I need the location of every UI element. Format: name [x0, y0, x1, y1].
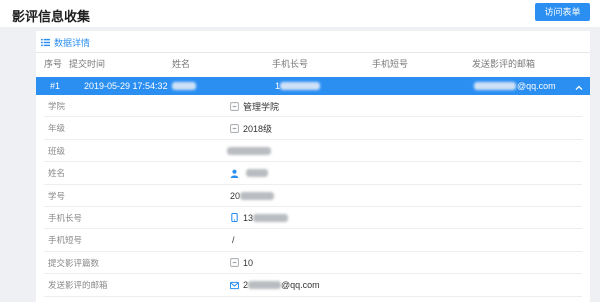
column-header-time: 提交时间 [69, 59, 106, 69]
column-header-short-phone: 手机短号 [372, 59, 409, 69]
detail-value-group: 2018级 [230, 117, 272, 139]
field-icon [230, 124, 239, 133]
redacted-name [246, 169, 268, 178]
visit-form-button[interactable]: 访问表单 [535, 3, 590, 21]
detail-value: 13 [243, 212, 254, 223]
detail-row-college: 学院 管理学院 [44, 95, 582, 118]
detail-value: 管理学院 [243, 101, 280, 112]
detail-value: 2018级 [243, 123, 273, 134]
user-icon [230, 169, 239, 178]
detail-row-review-count: 提交影评篇数 10 [44, 252, 582, 275]
redacted-email [474, 82, 516, 90]
redacted-class [227, 146, 271, 155]
detail-row-short-phone: 手机短号 / [44, 229, 582, 252]
redacted-name [172, 82, 196, 90]
redacted-email [248, 281, 282, 290]
detail-label: 提交影评篇数 [48, 257, 100, 268]
detail-value-group: 2 @qq.com [230, 274, 320, 296]
top-bar: 影评信息收集 访问表单 [0, 0, 600, 27]
detail-value-suffix: @qq.com [281, 280, 320, 291]
detail-value-group: 20 [230, 185, 275, 207]
divider [36, 52, 590, 53]
section-header: 数据详情 [41, 34, 90, 50]
table-header: 序号 提交时间 姓名 手机长号 手机短号 发送影评的邮箱 [36, 54, 590, 75]
detail-label: 手机长号 [48, 212, 83, 223]
row-submitted-at: 2019-05-29 17:54:32 [84, 81, 168, 91]
detail-row-email: 发送影评的邮箱 2 @qq.com [44, 274, 582, 297]
field-icon [230, 258, 239, 268]
table-row[interactable]: #1 2019-05-29 17:54:32 1 @qq.com [36, 77, 590, 95]
detail-value-group: 10 [230, 252, 253, 274]
column-header-email: 发送影评的邮箱 [472, 59, 536, 69]
data-card: 数据详情 序号 提交时间 姓名 手机长号 手机短号 发送影评的邮箱 #1 201… [36, 31, 590, 302]
detail-row-phone: 手机长号 13 [44, 207, 582, 230]
detail-row-grade: 年级 2018级 [44, 117, 582, 140]
detail-value: / [232, 235, 235, 246]
redacted-phone [253, 213, 289, 222]
detail-list: 学院 管理学院 年级 2018级 班级 姓名 学号 20 手机长号 13 手机短… [44, 95, 582, 297]
page-title: 影评信息收集 [12, 9, 91, 24]
redacted-phone [280, 82, 320, 90]
detail-value-group [227, 140, 271, 162]
column-header-name: 姓名 [172, 59, 191, 69]
column-header-index: 序号 [44, 59, 63, 69]
detail-label: 学院 [48, 101, 66, 111]
detail-label: 班级 [48, 145, 66, 156]
detail-label: 姓名 [48, 168, 66, 179]
field-icon [230, 101, 239, 111]
detail-row-class: 班级 [44, 140, 582, 163]
chevron-up-icon[interactable] [574, 81, 584, 91]
column-header-phone: 手机长号 [272, 59, 309, 69]
detail-row-name: 姓名 [44, 162, 582, 185]
mail-icon [230, 281, 239, 290]
detail-value-group: / [232, 229, 235, 251]
detail-label: 年级 [48, 123, 66, 134]
detail-value: 20 [230, 190, 241, 201]
phone-icon [230, 213, 239, 223]
detail-value-group: 管理学院 [230, 95, 279, 117]
redacted-student-id [240, 191, 275, 200]
section-title: 数据详情 [54, 37, 91, 48]
row-index: #1 [50, 81, 61, 91]
detail-label: 发送影评的邮箱 [48, 280, 108, 291]
list-icon [41, 38, 50, 47]
detail-value-group [230, 162, 268, 184]
detail-value: 10 [243, 257, 254, 268]
detail-value-group: 13 [230, 207, 289, 229]
detail-label: 手机短号 [48, 235, 83, 246]
detail-row-student-id: 学号 20 [44, 185, 582, 207]
detail-label: 学号 [48, 190, 66, 201]
row-email-suffix: @qq.com [517, 81, 556, 91]
